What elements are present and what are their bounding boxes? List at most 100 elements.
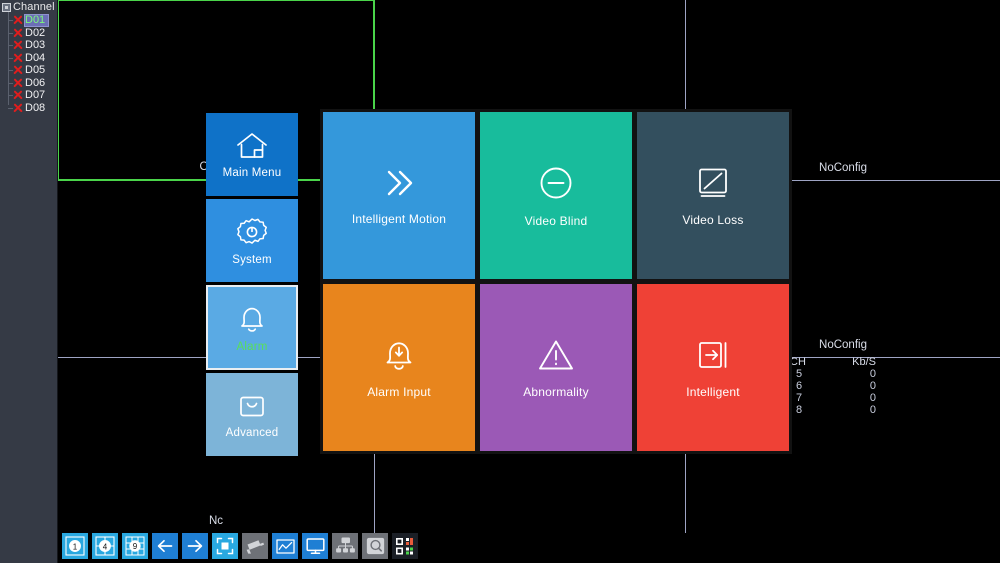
bell-download-icon bbox=[381, 337, 417, 373]
channel-label: D05 bbox=[25, 64, 46, 77]
red-x-icon bbox=[12, 65, 23, 76]
channel-item-d07[interactable]: D07 bbox=[4, 89, 57, 102]
view-9-button[interactable]: 9 bbox=[122, 533, 148, 559]
channel-label: D04 bbox=[25, 51, 46, 64]
menu-button-alarm[interactable]: Alarm bbox=[206, 285, 298, 370]
bottom-toolbar: 1 4 9 bbox=[62, 532, 418, 560]
next-button[interactable] bbox=[182, 533, 208, 559]
arrow-right-icon bbox=[185, 536, 205, 556]
warning-triangle-icon bbox=[536, 337, 576, 373]
disk-search-button bbox=[362, 533, 388, 559]
tile-intelligent[interactable]: Intelligent bbox=[637, 284, 789, 451]
grid-4-icon: 4 bbox=[94, 535, 116, 557]
dvr-live-view-screen: Offline NoConfig NoConfig Nc NoConfig Nc bbox=[0, 0, 1000, 563]
channel-label: D07 bbox=[25, 89, 46, 102]
tile-abnormality[interactable]: Abnormality bbox=[480, 284, 632, 451]
menu-button-main-menu[interactable]: Main Menu bbox=[206, 113, 298, 196]
channel-panel-title: Channel bbox=[13, 1, 55, 13]
red-x-icon bbox=[12, 15, 23, 26]
video-cell-label: NoConfig bbox=[819, 162, 867, 174]
stats-rate: 0 bbox=[869, 392, 876, 404]
network-button bbox=[332, 533, 358, 559]
grid-1-icon: 1 bbox=[64, 535, 86, 557]
channel-item-d03[interactable]: D03 bbox=[4, 39, 57, 52]
camera-icon bbox=[244, 536, 266, 556]
previous-button[interactable] bbox=[152, 533, 178, 559]
tile-label: Intelligent bbox=[686, 384, 740, 399]
view-4-button[interactable]: 4 bbox=[92, 533, 118, 559]
menu-button-advanced[interactable]: Advanced bbox=[206, 373, 298, 456]
double-chevron-icon bbox=[379, 166, 419, 200]
menu-button-label: Advanced bbox=[225, 426, 279, 439]
view-1-button[interactable]: 1 bbox=[62, 533, 88, 559]
main-menu-sidebar: Main Menu System Alarm Advanced bbox=[206, 113, 298, 459]
stats-ch: 7 bbox=[796, 392, 803, 404]
menu-button-system[interactable]: System bbox=[206, 199, 298, 282]
video-cell-label: NoConfig bbox=[819, 339, 867, 351]
channel-item-d06[interactable]: D06 bbox=[4, 77, 57, 90]
red-x-icon bbox=[12, 77, 23, 88]
chart-icon bbox=[275, 537, 296, 556]
stats-ch: 8 bbox=[796, 404, 803, 416]
tile-label: Video Blind bbox=[524, 213, 588, 228]
stats-col-ch: CH bbox=[790, 356, 806, 368]
display-button[interactable] bbox=[302, 533, 328, 559]
channel-item-d05[interactable]: D05 bbox=[4, 64, 57, 77]
channel-list: D01 D02 D03 D04 D05 D06 D07 D08 bbox=[0, 12, 57, 115]
channel-item-d08[interactable]: D08 bbox=[4, 102, 57, 115]
camera-button bbox=[242, 533, 268, 559]
panel-icon bbox=[2, 2, 11, 12]
channel-panel: Channel D01 D02 D03 D04 D05 D06 D07 D08 bbox=[0, 0, 58, 563]
qr-code-button[interactable] bbox=[392, 533, 418, 559]
monitor-icon bbox=[305, 536, 326, 556]
menu-button-label: System bbox=[232, 253, 272, 266]
channel-label: D08 bbox=[25, 101, 46, 114]
fullscreen-icon bbox=[215, 536, 235, 556]
red-x-icon bbox=[12, 52, 23, 63]
stats-row: 5 0 bbox=[790, 368, 910, 380]
tile-label: Video Loss bbox=[682, 212, 744, 227]
channel-label: D03 bbox=[25, 39, 46, 52]
channel-item-d01[interactable]: D01 bbox=[4, 13, 57, 27]
tile-video-loss[interactable]: Video Loss bbox=[637, 112, 789, 279]
channel-label: D06 bbox=[25, 76, 46, 89]
stats-rate: 0 bbox=[869, 380, 876, 392]
home-icon bbox=[235, 131, 269, 161]
channel-item-d02[interactable]: D02 bbox=[4, 27, 57, 40]
stats-ch: 5 bbox=[796, 368, 803, 380]
tile-video-blind[interactable]: Video Blind bbox=[480, 112, 632, 279]
stats-ch: 6 bbox=[796, 380, 803, 392]
channel-label: D01 bbox=[24, 13, 50, 27]
fullscreen-button[interactable] bbox=[212, 533, 238, 559]
alarm-function-grid: Intelligent Motion Video Blind Video Los… bbox=[320, 109, 792, 454]
gear-icon bbox=[236, 216, 268, 248]
stats-rate: 0 bbox=[869, 368, 876, 380]
stats-row: 6 0 bbox=[790, 380, 910, 392]
tile-intelligent-motion[interactable]: Intelligent Motion bbox=[323, 112, 475, 279]
menu-button-label: Alarm bbox=[236, 340, 268, 353]
channel-item-d04[interactable]: D04 bbox=[4, 52, 57, 65]
bandwidth-stats-panel: CH Kb/S 5 0 6 0 7 0 8 0 bbox=[790, 356, 910, 416]
stats-row: 8 0 bbox=[790, 404, 910, 416]
svg-text:4: 4 bbox=[103, 542, 108, 551]
stats-col-rate: Kb/S bbox=[852, 356, 876, 368]
red-x-icon bbox=[12, 27, 23, 38]
stats-header-row: CH Kb/S bbox=[790, 356, 910, 368]
disk-search-icon bbox=[365, 536, 386, 556]
svg-text:1: 1 bbox=[73, 542, 78, 551]
circle-minus-icon bbox=[537, 164, 575, 202]
network-tree-icon bbox=[335, 536, 356, 556]
chart-button[interactable] bbox=[272, 533, 298, 559]
stats-rate: 0 bbox=[869, 404, 876, 416]
stats-body: 5 0 6 0 7 0 8 0 bbox=[790, 368, 910, 416]
red-x-icon bbox=[12, 102, 23, 113]
tile-alarm-input[interactable]: Alarm Input bbox=[323, 284, 475, 451]
arrow-left-icon bbox=[155, 536, 175, 556]
tile-label: Intelligent Motion bbox=[351, 211, 447, 226]
channel-label: D02 bbox=[25, 26, 46, 39]
qr-code-icon bbox=[394, 536, 416, 556]
menu-button-label: Main Menu bbox=[222, 166, 282, 179]
tile-label: Abnormality bbox=[523, 384, 589, 399]
svg-text:9: 9 bbox=[133, 542, 138, 551]
video-cell-label: Nc bbox=[208, 515, 224, 527]
